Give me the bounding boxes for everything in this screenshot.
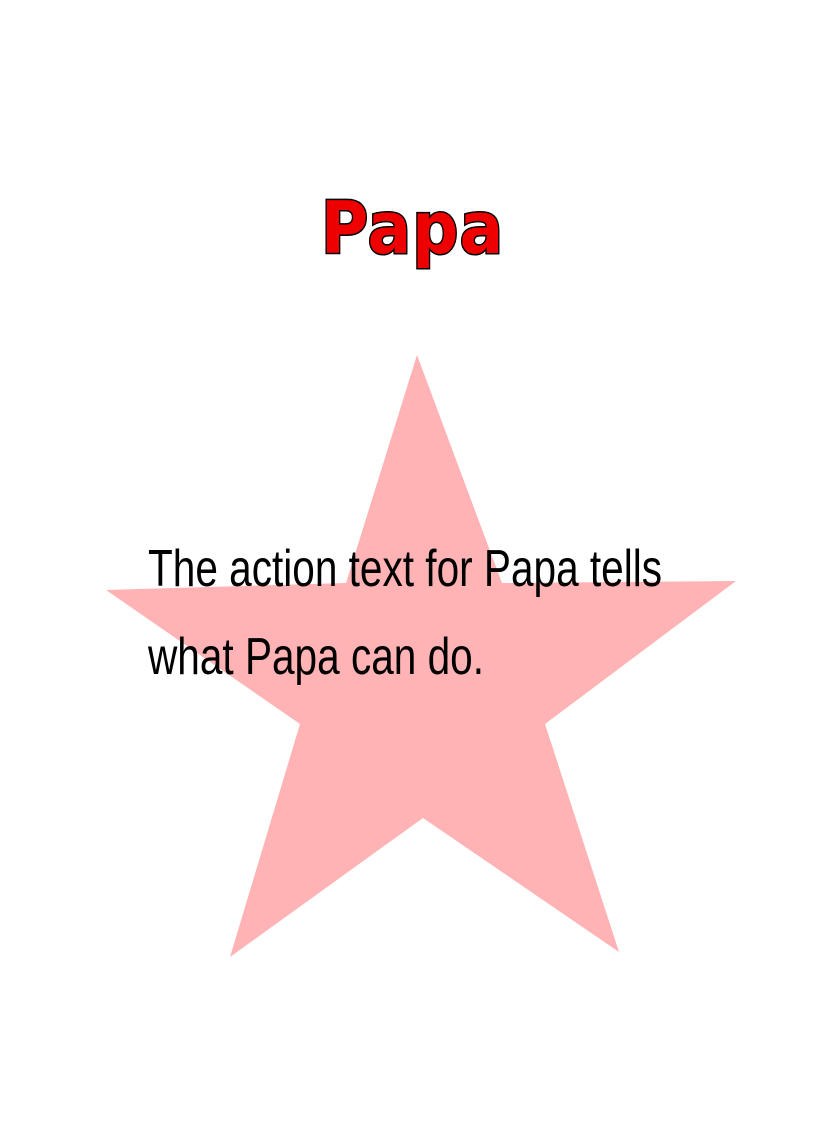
action-text: The action text for Papa tells what Papa… (148, 525, 663, 701)
card-title: Papa (320, 185, 505, 272)
action-text-line: what Papa can do. (148, 628, 484, 686)
card: Papa The action text for Papa tells what… (0, 0, 825, 1125)
action-text-line: The action text for Papa tells (148, 540, 663, 598)
